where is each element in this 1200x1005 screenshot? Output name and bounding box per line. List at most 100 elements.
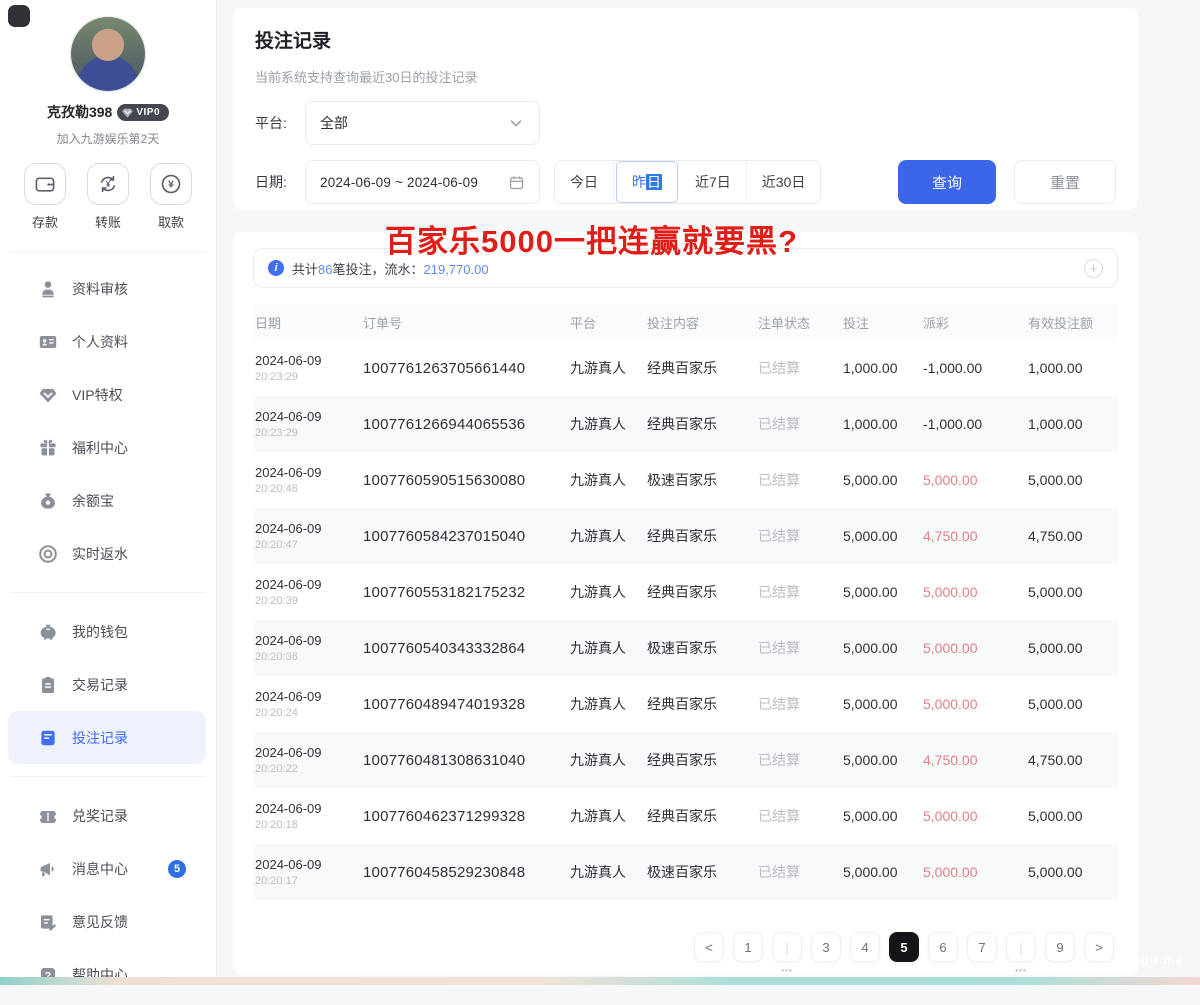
- page-title: 投注记录: [255, 26, 1116, 53]
- watermark: squ.me: [1132, 952, 1184, 967]
- username: 克孜勒398: [47, 102, 112, 122]
- cell-status: 已结算: [758, 358, 843, 378]
- cell-date: 2024-06-0920:20:22: [255, 745, 363, 775]
- date-range-value: 2024-06-09 ~ 2024-06-09: [320, 175, 478, 190]
- cell-bet-content: 经典百家乐: [647, 414, 758, 434]
- cell-order-number: 1007761263705661440: [363, 360, 570, 377]
- cell-bet-amount: 5,000.00: [843, 696, 923, 712]
- cell-order-number: 1007760462371299328: [363, 808, 570, 825]
- sidebar-item-label: 个人资料: [72, 332, 128, 352]
- red-annotation-text: 百家乐5000一把连赢就要黑?: [385, 216, 798, 261]
- date-range-input[interactable]: 2024-06-09 ~ 2024-06-09: [305, 160, 540, 204]
- table-header-row: 日期订单号平台投注内容注单状态投注派彩有效投注额: [253, 304, 1118, 340]
- quick-action-1[interactable]: 存款: [24, 163, 66, 231]
- sidebar-item-1-1[interactable]: 交易记录: [0, 658, 216, 711]
- bottom-gradient-strip: [0, 977, 1200, 985]
- cell-payout: 5,000.00: [923, 584, 1028, 600]
- pagination-page-3[interactable]: 3: [811, 932, 841, 962]
- range-preset-1[interactable]: 今日: [555, 161, 614, 203]
- deposit-icon: [24, 163, 66, 205]
- cell-valid-amount: 5,000.00: [1028, 584, 1116, 600]
- cell-bet-content: 极速百家乐: [647, 862, 758, 882]
- quick-action-3[interactable]: ¥取款: [150, 163, 192, 231]
- platform-select[interactable]: 全部: [305, 101, 540, 145]
- summary-amount: 219,770.00: [424, 262, 489, 277]
- sidebar-item-0-2[interactable]: VIP特权: [0, 368, 216, 421]
- table-row: 2024-06-0920:20:241007760489474019328九游真…: [253, 676, 1118, 732]
- sidebar-item-label: 实时返水: [72, 544, 128, 564]
- range-preset-4[interactable]: 近30日: [747, 161, 821, 203]
- cell-bet-content: 经典百家乐: [647, 694, 758, 714]
- pagination-page-6[interactable]: 6: [928, 932, 958, 962]
- cell-valid-amount: 1,000.00: [1028, 416, 1116, 432]
- pagination-prev[interactable]: <: [694, 932, 724, 962]
- range-preset-2[interactable]: 昨日: [616, 161, 678, 203]
- sidebar-item-2-1[interactable]: 消息中心5: [0, 842, 216, 895]
- sidebar-item-2-2[interactable]: 意见反馈: [0, 895, 216, 948]
- wallet-icon: [38, 622, 58, 642]
- column-header: 派彩: [923, 313, 1028, 332]
- rebate-icon: [38, 544, 58, 564]
- cell-payout: 5,000.00: [923, 472, 1028, 488]
- table-row: 2024-06-0920:20:171007760458529230848九游真…: [253, 844, 1118, 900]
- pagination-ellipsis[interactable]: |: [772, 932, 802, 962]
- sidebar-item-0-5[interactable]: 实时返水: [0, 527, 216, 580]
- sidebar-item-label: 交易记录: [72, 675, 128, 695]
- cell-date: 2024-06-0920:20:47: [255, 521, 363, 551]
- sidebar-item-label: 兑奖记录: [72, 806, 128, 826]
- cell-payout: 5,000.00: [923, 864, 1028, 880]
- sidebar-item-0-0[interactable]: 资料审核: [0, 262, 216, 315]
- main-area: 投注记录 当前系统支持查询最近30日的投注记录 平台: 全部 日期: 2024-…: [217, 0, 1200, 985]
- date-row: 日期: 2024-06-09 ~ 2024-06-09 今日昨日近7日近30日 …: [255, 160, 1116, 204]
- column-header: 投注内容: [647, 313, 758, 332]
- cell-status: 已结算: [758, 470, 843, 490]
- cell-date: 2024-06-0920:20:24: [255, 689, 363, 719]
- calendar-icon: [508, 174, 525, 191]
- sidebar-item-1-0[interactable]: 我的钱包: [0, 605, 216, 658]
- table-body: 2024-06-0920:23:29 1007761263705661440 九游真…: [253, 340, 1118, 900]
- sidebar-item-2-3[interactable]: ?帮助中心: [0, 948, 216, 1001]
- pagination-page-9[interactable]: 9: [1045, 932, 1075, 962]
- reset-button[interactable]: 重置: [1014, 160, 1116, 204]
- cell-date: 2024-06-0920:20:18: [255, 801, 363, 831]
- platform-label: 平台:: [255, 113, 301, 133]
- pagination-ellipsis[interactable]: |: [1006, 932, 1036, 962]
- cell-order-number: 1007761266944065536: [363, 416, 570, 433]
- sidebar-item-1-2[interactable]: 投注记录: [8, 711, 206, 764]
- expand-plus-icon[interactable]: +: [1084, 259, 1103, 278]
- divider: [10, 776, 206, 777]
- cell-date: 2024-06-0920:20:39: [255, 577, 363, 607]
- message-icon: [38, 859, 58, 879]
- pagination-page-4[interactable]: 4: [850, 932, 880, 962]
- sidebar-item-2-0[interactable]: 兑奖记录: [0, 789, 216, 842]
- cell-order-number: 1007760489474019328: [363, 696, 570, 713]
- pagination-page-7[interactable]: 7: [967, 932, 997, 962]
- query-button[interactable]: 查询: [898, 160, 996, 204]
- column-header: 日期: [255, 313, 363, 332]
- cell-date: 2024-06-0920:23:29: [255, 409, 363, 439]
- quick-action-2[interactable]: ¥转账: [87, 163, 129, 231]
- sidebar-item-0-1[interactable]: 个人资料: [0, 315, 216, 368]
- cell-status: 已结算: [758, 694, 843, 714]
- sidebar-item-0-4[interactable]: 余额宝: [0, 474, 216, 527]
- cell-order-number: 1007760553182175232: [363, 584, 570, 601]
- prize-icon: [38, 806, 58, 826]
- pagination-next[interactable]: >: [1084, 932, 1114, 962]
- cell-payout: -1,000.00: [923, 416, 1028, 432]
- cell-status: 已结算: [758, 862, 843, 882]
- join-text: 加入九游娱乐第2天: [0, 130, 216, 147]
- range-preset-3[interactable]: 近7日: [680, 161, 747, 203]
- column-header: 投注: [843, 313, 923, 332]
- page-subtitle: 当前系统支持查询最近30日的投注记录: [255, 67, 1116, 86]
- column-header: 平台: [570, 313, 647, 332]
- transaction-icon: [38, 675, 58, 695]
- platform-row: 平台: 全部: [255, 101, 1116, 145]
- avatar[interactable]: [70, 16, 146, 92]
- sidebar-item-label: 资料审核: [72, 279, 128, 299]
- cell-bet-amount: 5,000.00: [843, 584, 923, 600]
- cell-platform: 九游真人: [570, 750, 647, 770]
- pagination-page-1[interactable]: 1: [733, 932, 763, 962]
- vip-label: VIP0: [136, 107, 160, 118]
- pagination-page-5[interactable]: 5: [889, 932, 919, 962]
- sidebar-item-0-3[interactable]: 福利中心: [0, 421, 216, 474]
